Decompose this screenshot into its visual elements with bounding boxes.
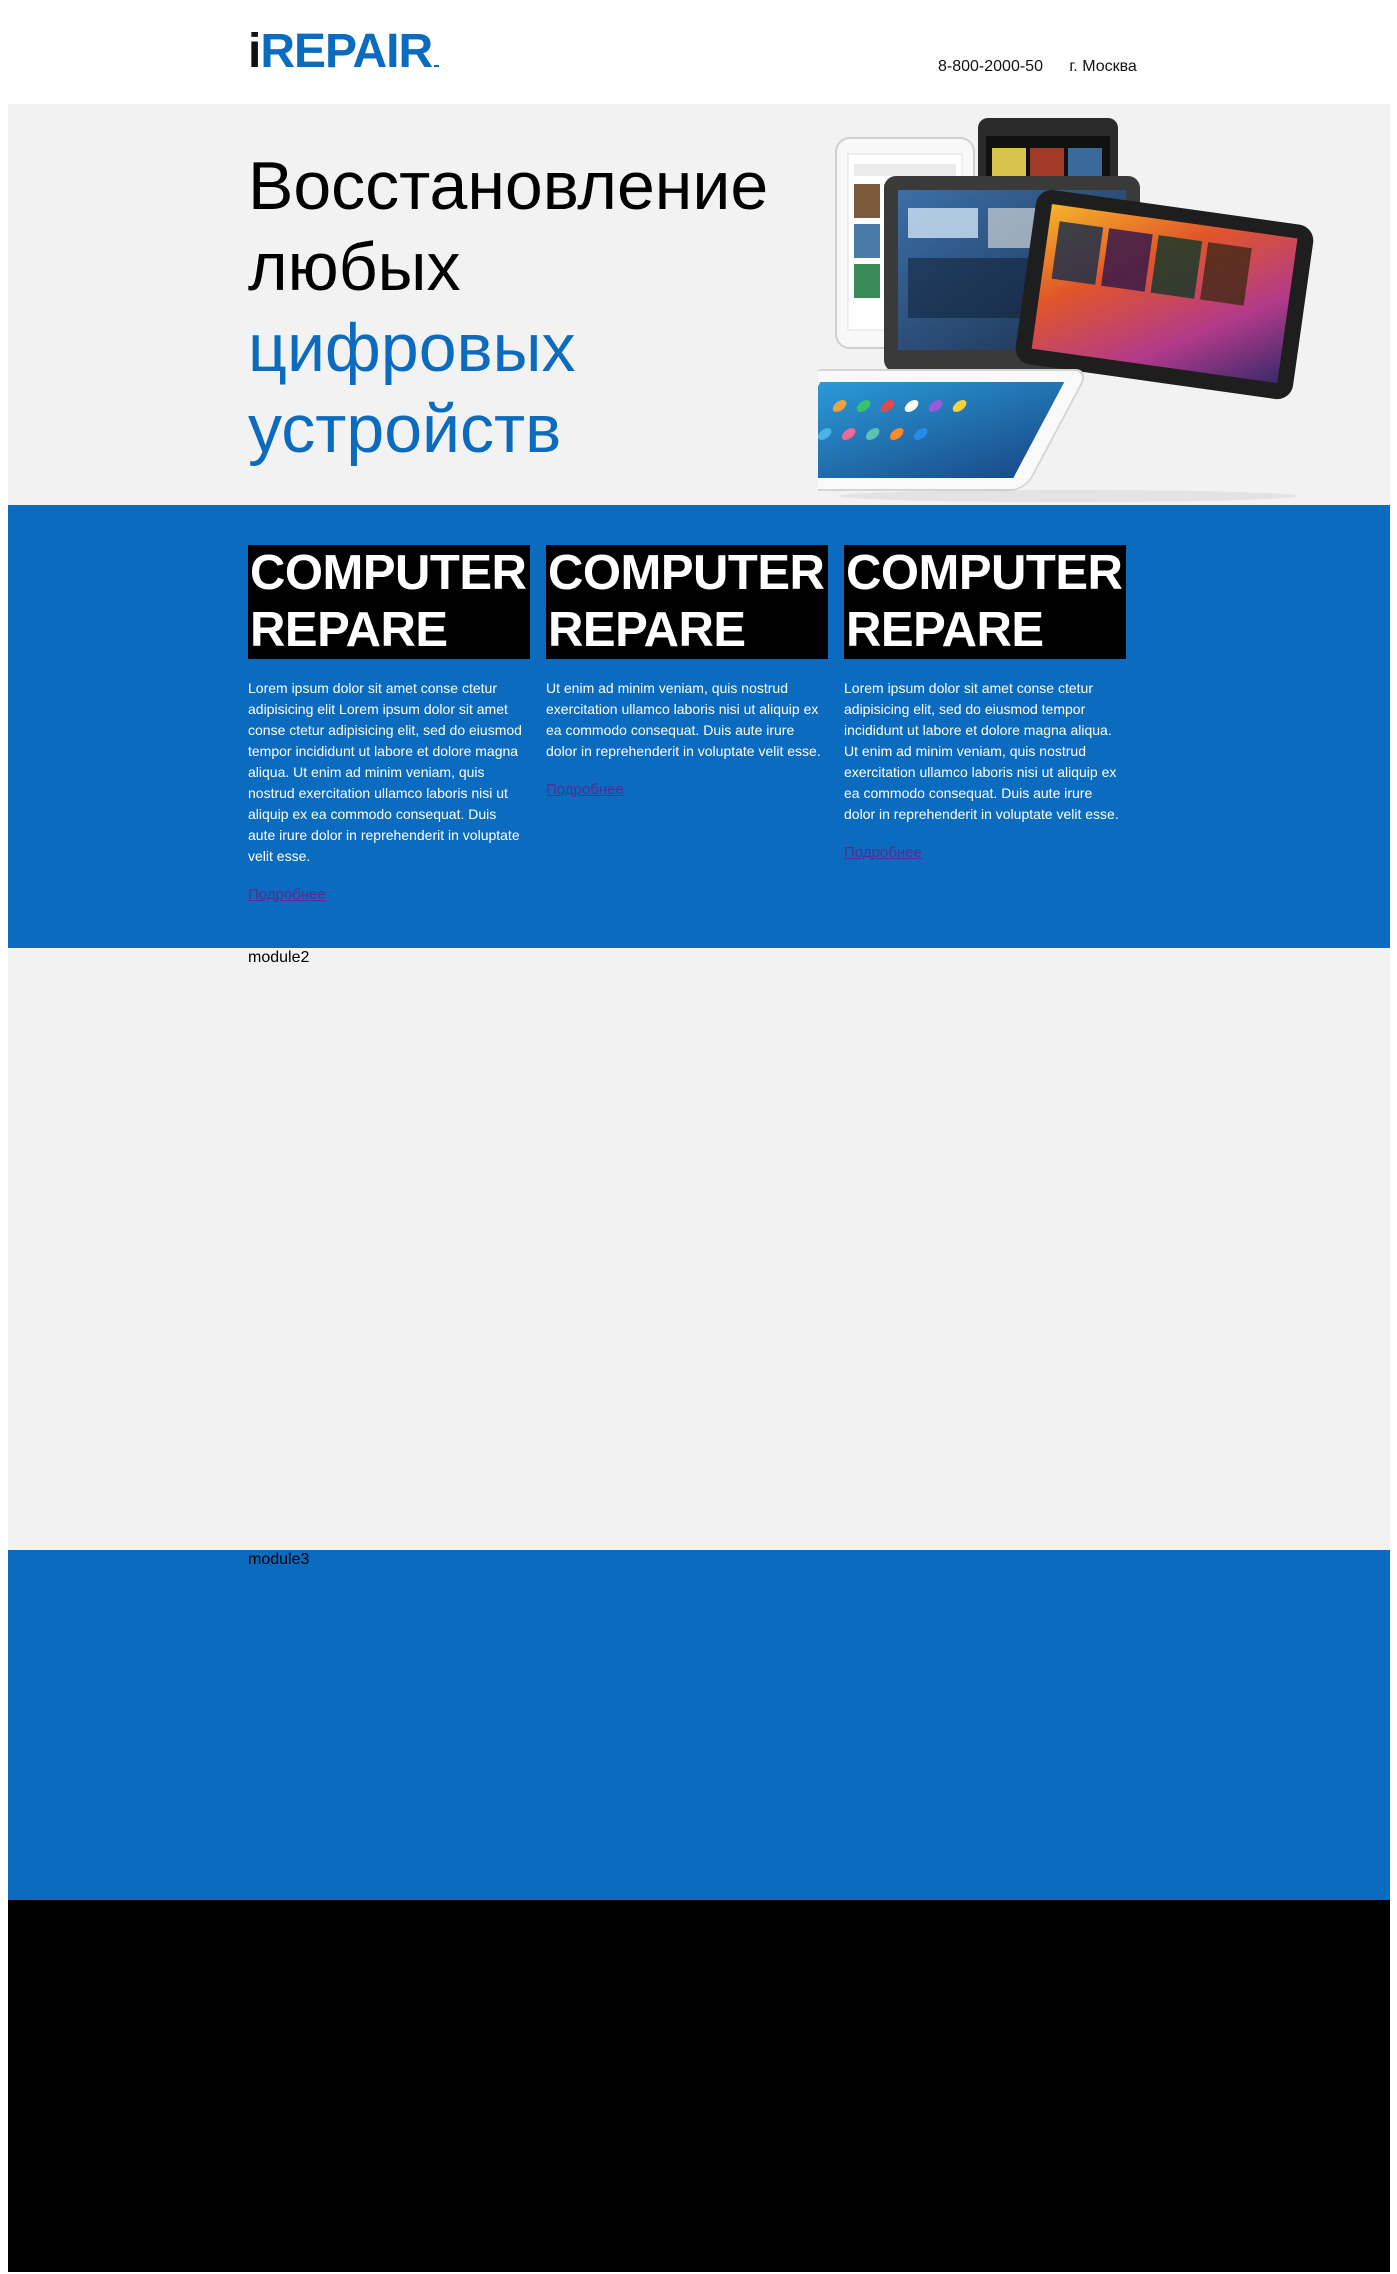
more-link[interactable]: Подробнее bbox=[546, 781, 624, 798]
hero-title-line-4: устройств bbox=[248, 391, 562, 467]
city-label: г. Москва bbox=[1069, 58, 1137, 75]
site-header: iREPAIR 8-800-2000-50 г. Москва bbox=[8, 0, 1390, 104]
site-footer bbox=[8, 1900, 1390, 2272]
module3-label: module3 bbox=[248, 1551, 310, 1568]
phone-number[interactable]: 8-800-2000-50 bbox=[938, 58, 1043, 75]
hero-section: Восстановление любых цифровых устройств bbox=[8, 104, 1390, 505]
service-title-line-1: COMPUTER bbox=[250, 546, 527, 600]
service-description: Ut enim ad minim veniam, quis nostrud ex… bbox=[546, 680, 821, 759]
service-title-line-1: COMPUTER bbox=[846, 546, 1123, 600]
page: iREPAIR 8-800-2000-50 г. Москва Восстано… bbox=[8, 0, 1390, 2272]
hero-title-line-2: любых bbox=[248, 229, 461, 305]
logo-wordmark: REPAIR bbox=[260, 25, 433, 78]
service-title: COMPUTER REPARE bbox=[248, 545, 530, 659]
service-title-line-1: COMPUTER bbox=[548, 546, 825, 600]
service-description: Lorem ipsum dolor sit amet conse ctetur … bbox=[844, 680, 1119, 822]
hero-title: Восстановление любых цифровых устройств bbox=[248, 146, 808, 470]
tablets-illustration bbox=[818, 118, 1314, 502]
service-title-line-2: REPARE bbox=[250, 603, 448, 657]
hero-title-line-1: Восстановление bbox=[248, 148, 769, 224]
service-title-line-2: REPARE bbox=[846, 603, 1044, 657]
module2-label: module2 bbox=[248, 949, 310, 966]
module3-section: module3 bbox=[8, 1550, 1390, 1900]
logo-letter-i: i bbox=[248, 25, 261, 78]
services-section: COMPUTER REPARE Lorem ipsum dolor sit am… bbox=[8, 505, 1390, 948]
module2-section: module2 bbox=[8, 948, 1390, 1550]
service-title-line-2: REPARE bbox=[548, 603, 746, 657]
service-description: Lorem ipsum dolor sit amet conse ctetur … bbox=[248, 680, 522, 864]
more-link[interactable]: Подробнее bbox=[844, 844, 922, 861]
hero-title-line-3: цифровых bbox=[248, 310, 576, 386]
logo-underline-mark bbox=[434, 65, 440, 67]
header-contacts: 8-800-2000-50 г. Москва bbox=[938, 58, 1159, 76]
service-column: COMPUTER REPARE Ut enim ad minim veniam,… bbox=[546, 545, 828, 799]
logo[interactable]: iREPAIR bbox=[248, 25, 440, 78]
service-title: COMPUTER REPARE bbox=[546, 545, 828, 659]
more-link[interactable]: Подробнее bbox=[248, 886, 326, 903]
service-title: COMPUTER REPARE bbox=[844, 545, 1126, 659]
service-column: COMPUTER REPARE Lorem ipsum dolor sit am… bbox=[844, 545, 1126, 862]
service-column: COMPUTER REPARE Lorem ipsum dolor sit am… bbox=[248, 545, 530, 904]
